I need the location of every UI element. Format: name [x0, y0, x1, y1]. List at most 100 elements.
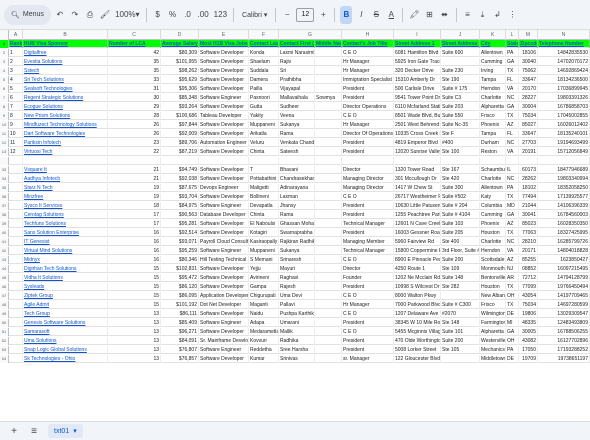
- row-number[interactable]: 47: [0, 292, 9, 300]
- table-cell[interactable]: Middletown: [480, 355, 506, 363]
- table-cell[interactable]: $95,281: [161, 220, 199, 228]
- table-cell[interactable]: [315, 256, 342, 264]
- row-number[interactable]: [0, 157, 9, 165]
- table-cell[interactable]: Westerville: [480, 337, 506, 345]
- table-cell[interactable]: 14794128799: [538, 274, 590, 282]
- table-cell[interactable]: 6: [9, 94, 23, 102]
- table-cell[interactable]: $95,306: [161, 85, 199, 93]
- table-cell[interactable]: President: [342, 346, 394, 354]
- table-cell[interactable]: [108, 157, 161, 165]
- table-cell[interactable]: 4819 Emperor Blvd: [394, 139, 441, 147]
- table-cell[interactable]: 14842835530: [538, 49, 590, 57]
- table-cell[interactable]: Cumming: [480, 211, 506, 219]
- table-cell[interactable]: PA: [506, 49, 519, 57]
- table-cell[interactable]: 19: [108, 184, 161, 192]
- table-cell[interactable]: DE: [506, 355, 519, 363]
- table-cell[interactable]: 1320 Tower Road: [394, 166, 441, 174]
- table-cell[interactable]: Gutta: [249, 103, 279, 111]
- paint-format-icon[interactable]: 🖌︎: [99, 6, 111, 24]
- row-number[interactable]: 3: [0, 58, 9, 66]
- table-cell[interactable]: 1255 Peachtree Parkw: [394, 211, 441, 219]
- table-cell[interactable]: 08852: [519, 265, 538, 273]
- sponsor-link-cell[interactable]: Sstech: [23, 67, 108, 75]
- table-cell[interactable]: [9, 220, 23, 228]
- table-cell[interactable]: #400: [441, 139, 480, 147]
- table-cell[interactable]: Konda: [249, 49, 279, 57]
- table-cell[interactable]: $86,111: [161, 310, 199, 318]
- table-cell[interactable]: 72712: [519, 274, 538, 282]
- table-cell[interactable]: El Naboulsi: [249, 220, 279, 228]
- row-number[interactable]: 38: [0, 211, 9, 219]
- table-cell[interactable]: $90,563: [161, 211, 199, 219]
- table-cell[interactable]: 7: [9, 103, 23, 111]
- table-cell[interactable]: 15310 Amberly Dr: [394, 76, 441, 84]
- table-cell[interactable]: Phoenix: [480, 220, 506, 228]
- column-title-cell[interactable]: Zipcode: [519, 40, 538, 48]
- table-cell[interactable]: 30040: [519, 58, 538, 66]
- table-cell[interactable]: 1202 Ne Mcclain Rd: [394, 274, 441, 282]
- table-cell[interactable]: Muppaneni: [249, 121, 279, 129]
- table-cell[interactable]: 29: [108, 103, 161, 111]
- table-cell[interactable]: 12020 Sunrise Valley D: [394, 148, 441, 156]
- table-cell[interactable]: $76,857: [161, 355, 199, 363]
- table-cell[interactable]: Prathibha: [279, 76, 315, 84]
- table-cell[interactable]: 17139925577: [538, 193, 590, 201]
- table-cell[interactable]: Software Developer: [199, 121, 249, 129]
- column-header-n[interactable]: N: [538, 30, 590, 40]
- table-cell[interactable]: $89,706: [161, 139, 199, 147]
- table-cell[interactable]: Software Developer: [199, 283, 249, 291]
- table-cell[interactable]: Suddala: [249, 67, 279, 75]
- table-cell[interactable]: Kovvuri: [249, 337, 279, 345]
- table-cell[interactable]: 15: [108, 283, 161, 291]
- table-cell[interactable]: [315, 67, 342, 75]
- table-cell[interactable]: 16026012402: [538, 121, 590, 129]
- decrease-font-size-button[interactable]: −: [281, 6, 293, 24]
- table-cell[interactable]: [9, 202, 23, 210]
- row-number[interactable]: 35: [0, 184, 9, 192]
- table-cell[interactable]: [538, 157, 590, 165]
- table-cell[interactable]: 17: [108, 220, 161, 228]
- table-cell[interactable]: 35: [108, 58, 161, 66]
- increase-font-size-button[interactable]: +: [317, 6, 329, 24]
- sponsor-link-cell[interactable]: New Prism Solutions: [23, 112, 108, 120]
- table-cell[interactable]: [315, 157, 342, 165]
- table-cell[interactable]: Naidu: [249, 310, 279, 318]
- sponsor-link-cell[interactable]: Pariksin Infotech: [23, 139, 108, 147]
- sponsor-link-cell[interactable]: Mindfuzect Technology Solutions: [23, 121, 108, 129]
- table-cell[interactable]: 18106: [519, 49, 538, 57]
- table-cell[interactable]: 470 Olde Worthington: [394, 337, 441, 345]
- row-number[interactable]: 50: [0, 319, 9, 327]
- row-number[interactable]: 10: [0, 121, 9, 129]
- table-cell[interactable]: Katy: [480, 193, 506, 201]
- row-number[interactable]: 46: [0, 283, 9, 291]
- undo-icon[interactable]: ↶: [54, 6, 66, 24]
- table-cell[interactable]: Srinaresh: [279, 256, 315, 264]
- table-cell[interactable]: 85023: [519, 220, 538, 228]
- table-cell[interactable]: 48335: [519, 319, 538, 327]
- table-cell[interactable]: $100,686: [161, 112, 199, 120]
- table-cell[interactable]: 15: [108, 274, 161, 282]
- sponsor-link-cell[interactable]: Vsquare It: [23, 166, 108, 174]
- table-cell[interactable]: 23: [108, 139, 161, 147]
- percent-format-button[interactable]: %: [167, 6, 179, 24]
- column-header-e[interactable]: E: [199, 30, 249, 40]
- table-cell[interactable]: [315, 283, 342, 291]
- row-number[interactable]: 33: [0, 166, 9, 174]
- table-cell[interactable]: Sukanya: [279, 121, 315, 129]
- table-cell[interactable]: NJ: [506, 265, 519, 273]
- italic-button[interactable]: I: [355, 6, 367, 24]
- table-cell[interactable]: [315, 310, 342, 318]
- table-cell[interactable]: Ghassan Mohamad: [279, 220, 315, 228]
- table-cell[interactable]: [315, 130, 342, 138]
- table-cell[interactable]: 13: [108, 355, 161, 363]
- table-cell[interactable]: Software Developer: [199, 265, 249, 273]
- table-cell[interactable]: 15800 Coppermine Rd: [394, 247, 441, 255]
- table-cell[interactable]: [9, 301, 23, 309]
- sponsor-link-cell[interactable]: Ziptek Group: [23, 292, 108, 300]
- table-cell[interactable]: Automation Engineer: [199, 139, 249, 147]
- table-cell[interactable]: Payroll Cloud Consultant: [199, 238, 249, 246]
- table-cell[interactable]: 75062: [519, 67, 538, 75]
- table-cell[interactable]: 75034: [519, 301, 538, 309]
- table-cell[interactable]: 12483493809: [538, 319, 590, 327]
- table-cell[interactable]: Pottabathini: [249, 175, 279, 183]
